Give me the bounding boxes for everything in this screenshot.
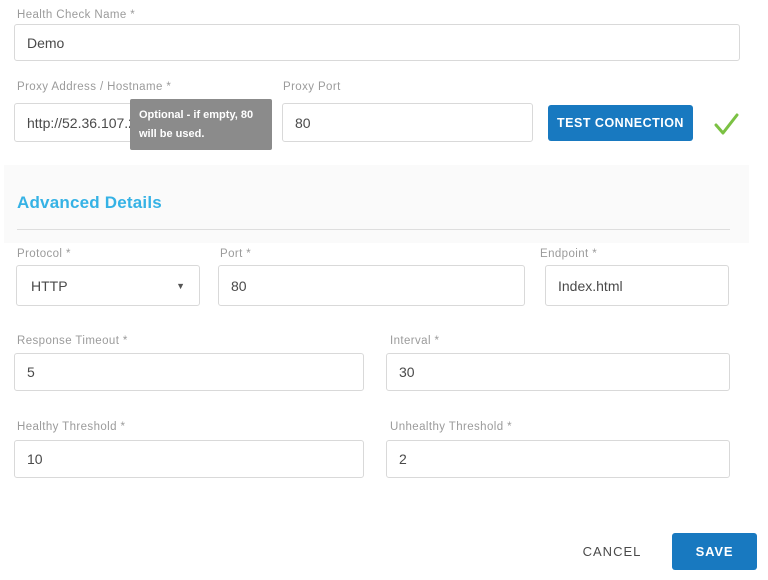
healthy-threshold-input[interactable]	[14, 440, 364, 478]
endpoint-label: Endpoint *	[540, 248, 597, 260]
response-timeout-label: Response Timeout *	[17, 335, 128, 347]
protocol-dropdown[interactable]: HTTP ▼	[16, 265, 200, 306]
proxy-port-input[interactable]	[282, 103, 533, 142]
cancel-button[interactable]: CANCEL	[572, 536, 652, 566]
health-check-name-input[interactable]	[14, 24, 740, 61]
health-check-form: Health Check Name * Proxy Address / Host…	[0, 0, 768, 580]
advanced-details-section: Advanced Details	[4, 165, 749, 243]
section-divider	[17, 229, 730, 230]
protocol-selected-value: HTTP	[31, 278, 68, 294]
interval-label: Interval *	[390, 335, 439, 347]
endpoint-input[interactable]	[545, 265, 729, 306]
proxy-port-label: Proxy Port	[283, 81, 341, 93]
test-connection-button[interactable]: TEST CONNECTION	[548, 105, 693, 141]
unhealthy-threshold-input[interactable]	[386, 440, 730, 478]
protocol-label: Protocol *	[17, 248, 71, 260]
response-timeout-input[interactable]	[14, 353, 364, 391]
advanced-details-heading: Advanced Details	[17, 193, 162, 213]
port-input[interactable]	[218, 265, 525, 306]
interval-input[interactable]	[386, 353, 730, 391]
proxy-address-label: Proxy Address / Hostname *	[17, 81, 171, 93]
unhealthy-threshold-label: Unhealthy Threshold *	[390, 421, 512, 433]
healthy-threshold-label: Healthy Threshold *	[17, 421, 125, 433]
health-check-name-label: Health Check Name *	[17, 9, 135, 21]
chevron-down-icon: ▼	[176, 281, 185, 291]
save-button[interactable]: SAVE	[672, 533, 757, 570]
port-label: Port *	[220, 248, 251, 260]
success-check-icon	[712, 110, 740, 138]
proxy-port-tooltip: Optional - if empty, 80 will be used.	[130, 99, 272, 150]
